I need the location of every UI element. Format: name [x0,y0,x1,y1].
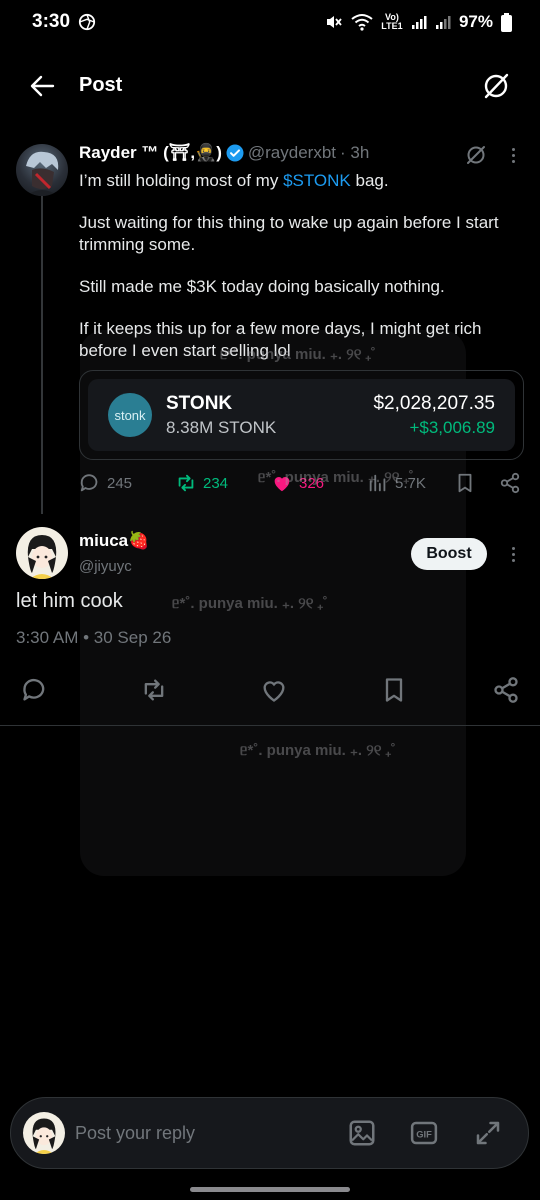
bookmark-button[interactable] [454,472,476,494]
reply-like-button[interactable] [260,676,288,704]
composer-avatar [23,1112,65,1154]
wifi-icon [351,13,373,31]
bookmark-icon [385,678,403,702]
grok-icon [467,146,485,164]
reply-composer: Post your reply GIF [10,1097,529,1169]
author-handle[interactable]: @rayderxbt [248,143,336,163]
battery-percent: 97% [458,12,493,31]
token-card[interactable]: stonk STONK 8.38M STONK $2,028,207.35 +$… [79,370,524,460]
page-title: Post [79,74,123,96]
expand-icon [476,1121,500,1145]
token-name: STONK [166,393,233,414]
share-button[interactable] [499,472,521,494]
repost-icon [178,474,194,492]
add-image-button[interactable] [347,1118,377,1148]
svg-text:GIF: GIF [416,1129,432,1139]
watermark: ᥱ*˚. punya miu. ₊. ୨୧ ₊˚ [172,595,328,612]
token-logo: stonk [108,393,152,437]
reply-text: let him cook [16,590,123,612]
author-name[interactable]: Rayder ™ (⛩,🥷) [79,143,222,163]
grok-icon [484,73,509,99]
avatar[interactable] [16,527,68,579]
watermark: ᥱ*˚. punya miu. ₊. ୨୧ ₊˚ [258,469,414,486]
token-card-inner: stonk STONK 8.38M STONK $2,028,207.35 +$… [88,379,515,451]
bookmark-icon [458,473,472,493]
repost-button[interactable]: 234 [175,472,228,494]
post-paragraph-2: Just waiting for this thing to wake up a… [79,213,499,254]
post-header: Rayder ™ (⛩,🥷) @rayderxbt · 3h [79,143,369,163]
post-paragraph-1: I’m still holding most of my $STONK bag. [79,171,389,190]
reply-icon [80,474,98,492]
mute-icon [323,12,343,32]
grok-explain-button[interactable] [464,143,488,167]
watermark: ᥱ*˚. punya miu. ₊. ୨୧ ₊˚ [220,346,376,363]
reply-input[interactable]: Post your reply [75,1123,195,1144]
heart-icon [263,681,285,702]
token-value: $2,028,207.35 [373,393,495,414]
expand-composer-button[interactable] [473,1118,503,1148]
share-icon [494,677,518,703]
reply-repost-button[interactable] [140,676,168,704]
post-time: · 3h [340,143,370,162]
repost-count: 234 [203,474,229,492]
back-button[interactable] [28,72,56,100]
more-options-button[interactable] [503,143,523,167]
watermark: ᥱ*˚. punya miu. ₊. ୨୧ ₊˚ [240,742,396,759]
reply-share-button[interactable] [492,676,520,704]
grok-button[interactable] [480,70,512,102]
signal-icon-1 [411,14,427,30]
signal-icon-2 [435,14,451,30]
arrow-left-icon [30,75,55,97]
token-gain: +$3,006.89 [409,418,495,437]
reply-author-name[interactable]: miuca🍓 [79,531,149,551]
cashtag-link[interactable]: $STONK [283,171,351,190]
reply-timestamp: 3:30 AM • 30 Sep 26 [16,628,172,647]
share-icon [500,472,520,494]
boost-button[interactable]: Boost [411,538,487,570]
gif-icon: GIF [410,1121,438,1145]
reply-actions [0,672,540,708]
status-time: 3:30 [32,11,71,32]
reply-icon [23,678,45,701]
status-left: 3:30 [32,11,96,33]
repost-icon [144,679,164,701]
network-label: Vo) LTE1 [381,12,403,31]
status-bar: 3:30 Vo) LTE1 97% [0,0,540,44]
aperture-icon [78,13,96,31]
verified-badge-icon [226,144,244,162]
thread-connector [41,196,43,514]
reply-count: 245 [107,474,133,492]
reply-author-handle[interactable]: @jiyuyc [79,558,132,575]
avatar[interactable] [16,144,68,196]
more-dots-icon [511,546,515,550]
reply-reply-button[interactable] [21,676,49,704]
divider [0,725,540,726]
image-icon [349,1120,375,1146]
post-paragraph-3: Still made me $3K today doing basically … [79,277,445,296]
battery-icon [501,12,512,32]
token-amount: 8.38M STONK [166,418,277,437]
reply-more-options-button[interactable] [503,542,523,566]
home-indicator[interactable] [190,1187,350,1192]
top-app-bar: Post [0,60,540,112]
more-dots-icon [511,147,515,151]
add-gif-button[interactable]: GIF [409,1118,439,1148]
reply-button[interactable]: 245 [79,472,132,494]
reply-bookmark-button[interactable] [380,676,408,704]
status-right: Vo) LTE1 97% [323,12,512,32]
